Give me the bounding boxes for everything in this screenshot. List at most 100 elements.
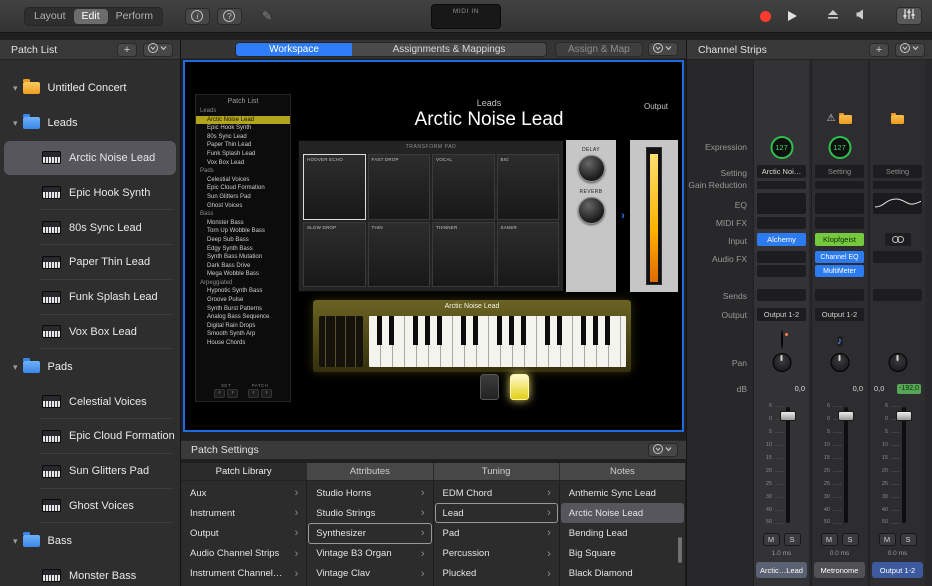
onscreen-patch-item[interactable]: House Chords	[196, 339, 290, 348]
onscreen-patch-item[interactable]: Dark Bass Drive	[196, 262, 290, 271]
library-item[interactable]: Instrument Channel…	[182, 564, 305, 584]
patch-next-button[interactable]	[261, 389, 272, 398]
onscreen-patch-item[interactable]: 80s Sync Lead	[196, 133, 290, 142]
onscreen-patch-item[interactable]: Groove Pulse	[196, 296, 290, 305]
library-item[interactable]: Vintage B3 Organ	[308, 544, 431, 564]
audio-fx-slot[interactable]	[757, 251, 806, 263]
transform-pad-cell[interactable]: HOOVER ECHO	[303, 154, 366, 220]
pan-knob[interactable]	[888, 353, 907, 372]
disclosure-triangle-icon[interactable]	[13, 535, 18, 547]
patch-group-row-pads[interactable]: Pads	[0, 349, 180, 384]
disclosure-triangle-icon[interactable]	[13, 117, 18, 129]
transform-pad-cell[interactable]: THIN	[368, 222, 431, 288]
library-item[interactable]: Studio Horns	[308, 483, 431, 503]
onscreen-patch-item[interactable]: Paper Thin Lead	[196, 141, 290, 150]
fader-track[interactable]	[902, 407, 906, 523]
transform-pad-cell[interactable]: FAST DROP	[368, 154, 431, 220]
library-item[interactable]: Studio Strings	[308, 503, 431, 523]
patch-row[interactable]: Sun Glitters Pad	[4, 454, 176, 489]
perform-mode-button[interactable]: Perform	[108, 9, 161, 24]
edit-mode-button[interactable]: Edit	[74, 9, 108, 24]
onscreen-patch-item[interactable]: Synth Burst Patterns	[196, 305, 290, 314]
channel-strips-action-menu-button[interactable]	[895, 43, 925, 57]
onscreen-patch-list[interactable]: Patch List Leads Arctic Noise LeadEpic H…	[195, 94, 291, 402]
setting-field[interactable]: Setting	[815, 165, 864, 178]
strip-name[interactable]: Metronome	[814, 562, 865, 578]
workspace-action-menu-button[interactable]	[648, 42, 678, 56]
help-button[interactable]	[217, 8, 242, 25]
channel-strip-output[interactable]: Setting 0,0 -192,0 60510152025304050 M	[869, 60, 925, 586]
onscreen-patch-item[interactable]: Monster Bass	[196, 219, 290, 228]
keyboard-keys[interactable]	[369, 316, 626, 367]
patch-row[interactable]: Monster Bass	[4, 558, 176, 586]
library-item[interactable]: Audio Channel Strips	[182, 544, 305, 564]
strip-name[interactable]: Arctic…Lead	[756, 562, 807, 578]
onscreen-patch-item[interactable]: Sun Glitters Pad	[196, 193, 290, 202]
transform-pad[interactable]: TRANSFORM PAD HOOVER ECHOFAST DROPVOCALB…	[298, 140, 564, 292]
library-item[interactable]: Arctic Noise Lead	[561, 503, 684, 523]
onscreen-patch-item[interactable]: Celestial Voices	[196, 176, 290, 185]
volume-fader[interactable]: 60510152025304050	[870, 401, 925, 529]
audio-fx-plugin-button[interactable]: MultiMeter	[815, 265, 864, 277]
fader-cap[interactable]	[838, 411, 854, 421]
expression-knob[interactable]: 127	[770, 136, 793, 159]
audio-fx-slot[interactable]	[757, 265, 806, 277]
sends-slot[interactable]	[757, 289, 806, 301]
info-button[interactable]	[185, 8, 210, 25]
mute-button[interactable]: M	[821, 533, 838, 546]
record-button[interactable]	[760, 11, 771, 22]
channel-strip-arctic-lead[interactable]: 127 Arctic Noi… Alchemy Output 1-2 0,0 6…	[753, 60, 809, 586]
eq-display[interactable]	[815, 193, 864, 214]
channel-strip-metronome[interactable]: 127 Setting Klopfgeist Channel EQ MultiM…	[811, 60, 867, 586]
tab-assignments-mappings[interactable]: Assignments & Mappings	[352, 43, 546, 56]
onscreen-patch-item[interactable]: Vox Box Lead	[196, 159, 290, 168]
transform-pad-cell[interactable]: BIG	[497, 154, 560, 220]
keyboard-controls[interactable]	[319, 316, 363, 367]
patch-row[interactable]: Vox Box Lead	[4, 315, 176, 350]
sends-slot[interactable]	[873, 289, 922, 301]
midi-fx-slot[interactable]	[815, 217, 864, 229]
tab-tuning[interactable]: Tuning	[434, 463, 560, 481]
onscreen-patch-item[interactable]: Mega Wobble Bass	[196, 270, 290, 279]
volume-fader[interactable]: 60510152025304050	[812, 401, 867, 529]
library-item[interactable]: Vintage Clav	[308, 564, 431, 584]
patch-row[interactable]: Ghost Voices	[4, 489, 176, 524]
library-item[interactable]: Output	[182, 523, 305, 543]
peak-level-readout[interactable]: -192,0	[897, 384, 921, 394]
patch-row[interactable]: Paper Thin Lead	[4, 245, 176, 280]
fader-track[interactable]	[844, 407, 848, 523]
pan-knob[interactable]	[772, 353, 791, 372]
tab-patch-library[interactable]: Patch Library	[181, 463, 307, 481]
patch-row[interactable]: Celestial Voices	[4, 384, 176, 419]
pedal-active-icon[interactable]	[510, 374, 529, 400]
library-item[interactable]: Percussion	[435, 544, 558, 564]
transform-pad-cell[interactable]: VOCAL	[432, 154, 495, 220]
patch-group-row-bass[interactable]: Bass	[0, 523, 180, 558]
sends-slot[interactable]	[815, 289, 864, 301]
delay-knob[interactable]	[578, 155, 605, 182]
midi-fx-slot[interactable]	[757, 217, 806, 229]
patch-list-action-menu-button[interactable]	[143, 43, 173, 57]
audio-fx-slot[interactable]	[873, 251, 922, 263]
patch-group-row-leads[interactable]: Leads	[0, 106, 180, 141]
add-patch-button[interactable]: +	[117, 43, 137, 57]
library-item[interactable]: Big Square	[561, 544, 684, 564]
reverb-knob[interactable]	[578, 197, 605, 224]
layout-mode-button[interactable]: Layout	[26, 9, 74, 24]
music-note-icon[interactable]	[837, 336, 842, 347]
onscreen-patch-item[interactable]: Analog Bass Sequence	[196, 313, 290, 322]
library-item[interactable]: Black Diamond	[561, 564, 684, 584]
fader-track[interactable]	[786, 407, 790, 523]
library-item[interactable]: Pad	[435, 523, 558, 543]
onscreen-patch-item[interactable]: Torn Up Wobble Bass	[196, 227, 290, 236]
input-plugin-button[interactable]: Klopfgeist	[815, 233, 864, 246]
output-routing-button[interactable]: Output 1-2	[815, 308, 864, 321]
library-item[interactable]: Aux	[182, 483, 305, 503]
patch-settings-action-menu-button[interactable]	[648, 443, 678, 457]
play-button[interactable]	[788, 11, 797, 21]
channel-strips-toggle-button[interactable]	[896, 7, 922, 25]
transform-pad-cell[interactable]: SANER	[497, 222, 560, 288]
solo-button[interactable]: S	[842, 533, 859, 546]
fader-cap[interactable]	[896, 411, 912, 421]
patch-row[interactable]: Epic Cloud Formation	[4, 419, 176, 454]
